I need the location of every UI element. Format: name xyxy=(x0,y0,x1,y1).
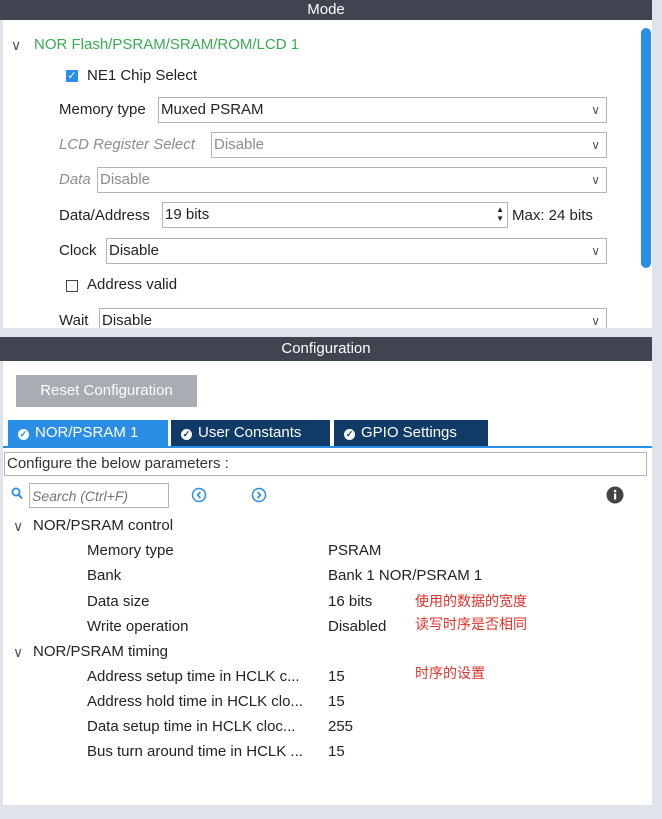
param-value[interactable]: 15 xyxy=(328,693,345,710)
address-valid-label: Address valid xyxy=(87,276,178,293)
chevron-down-icon: ∨ xyxy=(591,103,600,117)
annotation-timing-settings: 时序的设置 xyxy=(415,665,485,681)
memory-type-label: Memory type xyxy=(59,101,146,118)
param-value[interactable]: PSRAM xyxy=(328,542,381,559)
mode-panel: ∨ NOR Flash/PSRAM/SRAM/ROM/LCD 1 ✓ NE1 C… xyxy=(3,20,652,328)
param-name[interactable]: Write operation xyxy=(87,618,188,635)
param-name[interactable]: Bus turn around time in HCLK ... xyxy=(87,743,303,760)
param-name[interactable]: Data size xyxy=(87,593,150,610)
clock-value: Disable xyxy=(109,242,160,259)
group-title-nor-psram-control[interactable]: NOR/PSRAM control xyxy=(33,517,173,534)
tab-user-constants[interactable]: ✓ User Constants xyxy=(171,420,330,446)
search-input[interactable] xyxy=(29,483,169,508)
check-circle-icon: ✓ xyxy=(18,429,29,440)
param-value[interactable]: 15 xyxy=(328,668,345,685)
search-icon xyxy=(11,487,23,503)
clock-label: Clock xyxy=(59,242,97,259)
param-name[interactable]: Memory type xyxy=(87,542,174,559)
previous-result-icon[interactable] xyxy=(191,487,207,507)
tab-nor-psram-1[interactable]: ✓ NOR/PSRAM 1 xyxy=(8,420,168,446)
data-label: Data xyxy=(59,171,91,188)
ne1-chip-select-checkbox[interactable]: ✓ xyxy=(66,70,78,82)
group-title-nor-psram-timing[interactable]: NOR/PSRAM timing xyxy=(33,643,168,660)
wait-value: Disable xyxy=(102,312,153,328)
chevron-down-icon[interactable]: ∨ xyxy=(13,644,23,661)
chevron-down-icon: ∨ xyxy=(591,314,600,328)
wait-select[interactable]: Disable ∨ xyxy=(99,308,607,328)
info-icon[interactable] xyxy=(606,486,624,508)
data-address-max: Max: 24 bits xyxy=(512,207,593,224)
chevron-down-icon: ∨ xyxy=(591,244,600,258)
next-result-icon[interactable] xyxy=(251,487,267,507)
data-address-label: Data/Address xyxy=(59,207,150,224)
lcd-register-select-label: LCD Register Select xyxy=(59,136,195,153)
annotation-timing-same: 读写时序是否相同 xyxy=(415,616,527,632)
memory-type-select[interactable]: Muxed PSRAM ∨ xyxy=(158,97,607,123)
data-value: Disable xyxy=(100,171,151,188)
address-valid-checkbox[interactable] xyxy=(66,280,78,292)
param-value[interactable]: 16 bits xyxy=(328,593,372,610)
reset-configuration-button[interactable]: Reset Configuration xyxy=(16,375,197,407)
chevron-down-icon[interactable]: ∨ xyxy=(13,518,23,535)
param-name[interactable]: Address setup time in HCLK c... xyxy=(87,668,300,685)
param-name[interactable]: Data setup time in HCLK cloc... xyxy=(87,718,295,735)
lcd-register-select: Disable ∨ xyxy=(211,132,607,158)
param-value[interactable]: 15 xyxy=(328,743,345,760)
data-select: Disable ∨ xyxy=(97,167,607,193)
param-name[interactable]: Address hold time in HCLK clo... xyxy=(87,693,303,710)
check-circle-icon: ✓ xyxy=(181,429,192,440)
check-circle-icon: ✓ xyxy=(344,429,355,440)
tab-gpio-settings[interactable]: ✓ GPIO Settings xyxy=(334,420,488,446)
param-value[interactable]: 255 xyxy=(328,718,353,735)
instructions-box: Configure the below parameters : xyxy=(4,452,647,476)
tab-label: NOR/PSRAM 1 xyxy=(35,424,139,441)
ne1-chip-select-label: NE1 Chip Select xyxy=(87,67,198,84)
scrollbar-thumb[interactable] xyxy=(641,28,651,268)
configuration-header: Configuration xyxy=(0,337,652,361)
param-name[interactable]: Bank xyxy=(87,567,121,584)
wait-label: Wait xyxy=(59,312,89,328)
tree-title[interactable]: NOR Flash/PSRAM/SRAM/ROM/LCD 1 xyxy=(34,36,299,53)
mode-header: Mode xyxy=(0,0,652,20)
data-address-value: 19 bits xyxy=(165,206,210,223)
lcd-register-select-value: Disable xyxy=(214,136,265,153)
tab-label: User Constants xyxy=(198,424,302,441)
param-value[interactable]: Disabled xyxy=(328,618,386,635)
annotation-data-width: 使用的数据的宽度 xyxy=(415,593,527,609)
chevron-down-icon: ∨ xyxy=(591,138,600,152)
instructions-text: Configure the below parameters : xyxy=(7,455,229,472)
tab-label: GPIO Settings xyxy=(361,424,457,441)
chevron-down-icon: ∨ xyxy=(591,173,600,187)
clock-select[interactable]: Disable ∨ xyxy=(106,238,607,264)
tab-underline xyxy=(3,446,652,448)
spinner-arrows-icon[interactable]: ▲ ▼ xyxy=(496,205,504,223)
memory-type-value: Muxed PSRAM xyxy=(161,101,264,118)
param-value[interactable]: Bank 1 NOR/PSRAM 1 xyxy=(328,567,482,584)
chevron-down-icon[interactable]: ∨ xyxy=(11,37,21,54)
data-address-spinbox[interactable]: 19 bits ▲ ▼ xyxy=(162,202,508,228)
